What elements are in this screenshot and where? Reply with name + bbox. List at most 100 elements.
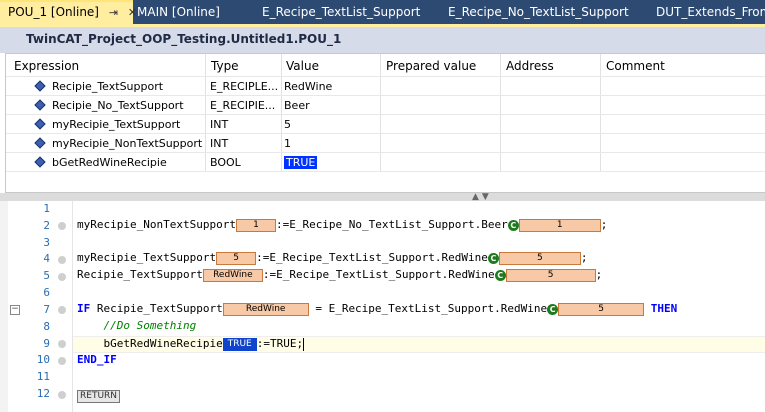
close-icon[interactable]: ✕ (128, 3, 137, 23)
value-text: RedWine (284, 80, 333, 93)
constant-badge-icon: C (547, 303, 559, 315)
code-line: IF Recipie_TextSupport RedWine = E_Recipe… (77, 302, 678, 316)
line-number: 3 (43, 236, 50, 249)
col-header-prepared-value[interactable]: Prepared value (386, 56, 476, 76)
variable-icon (34, 137, 46, 149)
return-marker[interactable]: RETURN (77, 390, 121, 403)
code-editor[interactable]: 1 2 3 4 5 6 7 8 9 10 11 12 − myRecipie_N… (0, 201, 765, 412)
column-divider (281, 54, 282, 172)
tab-label: E_Recipe_TextList_Support (262, 5, 421, 19)
watch-table: Expression Type Value Prepared value Add… (5, 53, 765, 193)
inline-value[interactable]: 1 (518, 218, 601, 232)
window-title: TwinCAT_Project_OOP_Testing.Untitled1.PO… (26, 32, 342, 46)
col-header-expression[interactable]: Expression (14, 56, 79, 76)
value-cell: 1 (284, 134, 291, 153)
inline-value[interactable]: 5 (498, 251, 581, 265)
inline-value[interactable]: 1 (235, 218, 276, 232)
line-number: 4 (43, 252, 50, 265)
tab-label: DUT_Extends_From_D (656, 5, 765, 19)
type-cell: BOOL (210, 156, 241, 169)
tab-e-recipe-textlist-support[interactable]: E_Recipe_TextList_Support (262, 0, 420, 24)
code-line: RETURN (77, 387, 121, 403)
expression-cell: Recipie_TextSupport (52, 80, 164, 93)
tab-main[interactable]: MAIN [Online] (137, 0, 220, 24)
breakpoint-dot-icon[interactable] (58, 306, 66, 314)
breakpoint-dot-icon[interactable] (58, 256, 66, 264)
column-divider (500, 54, 501, 172)
constant-badge-icon: C (487, 252, 499, 264)
gutter-divider (72, 201, 73, 412)
editor-margin (0, 201, 8, 412)
value-text-highlighted: TRUE (284, 156, 318, 169)
inline-value[interactable]: RedWine (202, 268, 263, 282)
breakpoint-dot-icon[interactable] (58, 357, 66, 365)
code-line: bGetRedWineRecipie TRUE:=TRUE; (103, 337, 305, 351)
tab-e-recipe-no-textlist-support[interactable]: E_Recipe_No_TextList_Support (448, 0, 629, 24)
code-line: Recipie_TextSupport RedWine:=E_Recipe_Tex… (77, 268, 603, 282)
variable-icon (34, 156, 46, 168)
code-line: myRecipie_TextSupport 5:=E_Recipe_TextLis… (77, 251, 588, 265)
value-text: Beer (284, 99, 310, 112)
line-number: 11 (36, 370, 50, 383)
code-line: END_IF (77, 353, 117, 366)
type-cell: INT (210, 137, 229, 150)
type-cell: INT (210, 118, 229, 131)
expression-cell: Recipie_No_TextSupport (52, 99, 184, 112)
line-number: 8 (43, 320, 50, 333)
inline-value-selected[interactable]: TRUE (222, 337, 257, 351)
fold-collapse-icon[interactable]: − (10, 305, 20, 315)
column-divider (205, 54, 206, 172)
variable-icon (34, 118, 46, 130)
column-divider (600, 54, 601, 172)
editor-title-bar: TwinCAT_Project_OOP_Testing.Untitled1.PO… (0, 27, 765, 53)
code-line: //Do Something (77, 318, 197, 334)
inline-value[interactable]: 5 (505, 268, 596, 282)
pin-icon[interactable]: ⇥ (109, 3, 118, 23)
line-number: 6 (43, 286, 50, 299)
type-cell: E_RECIPLE... (210, 80, 279, 93)
tab-label: MAIN [Online] (137, 5, 220, 19)
breakpoint-dot-icon[interactable] (58, 273, 66, 281)
expression-cell: myRecipie_NonTextSupport (52, 137, 203, 150)
pane-splitter[interactable]: ▲▼ (0, 192, 765, 202)
variable-icon (34, 80, 46, 92)
breakpoint-dot-icon[interactable] (58, 222, 66, 230)
line-number: 7 (43, 303, 50, 316)
tab-pou-1[interactable]: POU_1 [Online] ⇥ ✕ (0, 0, 137, 24)
constant-badge-icon: C (494, 269, 506, 281)
value-cell: Beer (284, 96, 310, 115)
inline-value[interactable]: 5 (558, 302, 645, 316)
text-cursor (303, 337, 305, 351)
expression-cell: bGetRedWineRecipie (52, 156, 167, 169)
document-tab-strip: POU_1 [Online] ⇥ ✕ MAIN [Online] E_Recip… (0, 0, 765, 24)
col-header-value[interactable]: Value (286, 56, 319, 76)
line-number: 5 (43, 269, 50, 282)
breakpoint-dot-icon[interactable] (58, 340, 66, 348)
constant-badge-icon: C (507, 219, 519, 231)
inline-value[interactable]: RedWine (222, 302, 309, 316)
code-line: myRecipie_NonTextSupport 1:=E_Recipe_No_T… (77, 218, 608, 232)
value-text: 1 (284, 137, 291, 150)
col-header-comment[interactable]: Comment (606, 56, 665, 76)
type-cell: E_RECIPIE... (210, 99, 276, 112)
col-header-address[interactable]: Address (506, 56, 554, 76)
col-header-type[interactable]: Type (211, 56, 239, 76)
line-number: 9 (43, 337, 50, 350)
code-comment: //Do Something (103, 319, 197, 332)
column-divider (380, 54, 381, 172)
inline-value[interactable]: 5 (216, 251, 257, 265)
value-cell: RedWine (284, 77, 332, 96)
line-number: 12 (36, 387, 50, 400)
line-number: 1 (43, 202, 50, 215)
tab-label: POU_1 [Online] (8, 5, 99, 19)
value-cell: 5 (284, 115, 291, 134)
value-text: 5 (284, 118, 291, 131)
breakpoint-dot-icon[interactable] (58, 391, 66, 399)
line-number: 2 (43, 219, 50, 232)
line-number: 10 (36, 353, 50, 366)
value-cell: TRUE (284, 153, 318, 172)
variable-icon (34, 99, 46, 111)
tab-dut-extends-from[interactable]: DUT_Extends_From_D (656, 0, 765, 24)
tab-label: E_Recipe_No_TextList_Support (448, 5, 629, 19)
expression-cell: myRecipie_TextSupport (52, 118, 181, 131)
